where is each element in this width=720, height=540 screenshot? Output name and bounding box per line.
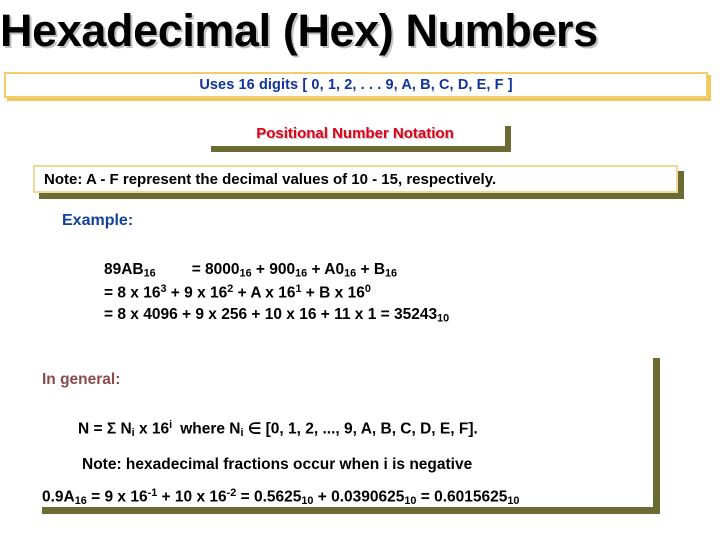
fraction-result2: + 0.0390625 (313, 488, 405, 506)
element-of-symbol: ∈ (243, 420, 266, 438)
fraction-term2: + 10 x 16 (157, 488, 227, 506)
uses-digits-banner-text: Uses 16 digits [ 0, 1, 2, . . . 9, A, B,… (199, 77, 513, 93)
example-line1-term2-subscript: 16 (295, 267, 308, 280)
fraction-total: = 0.6015625 (416, 488, 508, 506)
example-line1-term4-subscript: 16 (385, 267, 398, 280)
positional-notation-heading-box: Positional Number Notation (205, 120, 505, 146)
fraction-result1-subscript: 10 (301, 495, 314, 508)
fraction-term1: = 9 x 16 (86, 488, 148, 506)
example-line1-lhs-subscript: 16 (143, 267, 156, 280)
sigma-symbol: Σ (106, 420, 117, 438)
example-line2-term1: = 8 x 16 (104, 284, 161, 302)
in-general-label: In general: (42, 371, 121, 388)
example-line2-term4: + B x 16 (301, 284, 365, 302)
fraction-result2-subscript: 10 (404, 495, 417, 508)
example-line2-term4-exponent: 0 (364, 283, 371, 295)
fraction-lhs-subscript: 16 (74, 495, 87, 508)
example-equation-line-1: 89AB16 = 800016 + 90016 + A016 + B16 (104, 261, 397, 280)
general-formula-where: where N (180, 420, 241, 438)
fraction-term2-exponent: -2 (226, 487, 237, 499)
example-line1-term4: + B (356, 261, 386, 278)
example-line1-term1-subscript: 16 (239, 267, 252, 280)
fraction-lhs: 0.9A (42, 488, 75, 506)
example-line1-term3-subscript: 16 (344, 267, 357, 280)
general-formula-base: x 16 (134, 420, 170, 438)
general-formula-ni: N (116, 420, 132, 438)
example-equation-line-2: = 8 x 163 + 9 x 162 + A x 161 + B x 160 (104, 283, 371, 303)
general-fraction-line: 0.9A16 = 9 x 16-1 + 10 x 16-2 = 0.562510… (42, 487, 519, 507)
uses-digits-banner: Uses 16 digits [ 0, 1, 2, . . . 9, A, B,… (4, 72, 708, 98)
example-line2-term2: + 9 x 16 (166, 284, 228, 302)
example-line1-term2: + 900 (251, 261, 296, 278)
general-formula-base-exponent: i (169, 419, 173, 431)
general-formula-line: N = Σ Ni x 16i where Ni ∈ [0, 1, 2, ..., … (78, 419, 478, 439)
note-box: Note: A - F represent the decimal values… (33, 165, 678, 193)
general-formula-lhs: N = (78, 420, 107, 438)
general-formula-digit-set: [0, 1, 2, ..., 9, A, B, C, D, E, F]. (265, 420, 478, 438)
example-equation-line-3: = 8 x 4096 + 9 x 256 + 10 x 16 + 11 x 1 … (104, 306, 449, 325)
example-line1-term3: + A0 (307, 261, 345, 278)
fraction-total-subscript: 10 (507, 495, 520, 508)
fraction-term1-exponent: -1 (147, 487, 158, 499)
positional-notation-heading-text: Positional Number Notation (256, 124, 454, 142)
example-line1-term1: = 8000 (191, 261, 240, 278)
fraction-result1: = 0.5625 (236, 488, 302, 506)
example-label: Example: (62, 212, 134, 229)
general-note-text: Note: hexadecimal fractions occur when i… (82, 456, 473, 473)
example-line3-subscript: 10 (437, 312, 450, 325)
example-line2-term3: + A x 16 (233, 284, 296, 302)
note-box-text: Note: A - F represent the decimal values… (44, 170, 497, 188)
example-line3-expression: = 8 x 4096 + 9 x 256 + 10 x 16 + 11 x 1 … (104, 306, 438, 323)
example-line1-lhs: 89AB (104, 261, 144, 278)
page-title: Hexadecimal (Hex) Numbers (0, 5, 598, 56)
